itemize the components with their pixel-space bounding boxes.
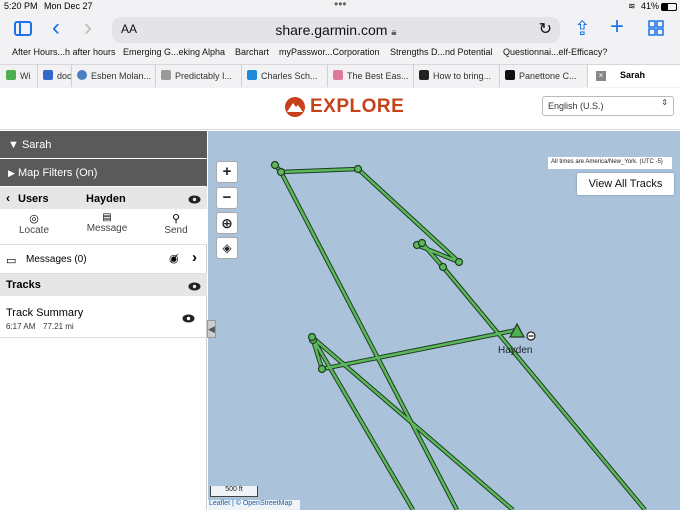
lock-icon: 🔒︎ [391, 27, 397, 38]
tab-overview-icon[interactable] [648, 20, 664, 36]
track-point [438, 262, 448, 272]
back-chevron-icon[interactable]: ‹ [6, 191, 10, 205]
tab-favicon-icon [6, 70, 16, 80]
collapse-sidebar-handle[interactable]: ◀ [207, 320, 216, 338]
sidebar-toggle-icon[interactable] [14, 21, 32, 36]
select-arrows-icon: ⇕ [661, 98, 668, 107]
selected-user-name: Hayden [86, 193, 126, 205]
eye-slash-icon[interactable]: ◉̸ [169, 252, 179, 265]
tab-favicon-icon [505, 70, 515, 80]
url-text: share.garmin.com 🔒︎ [275, 22, 397, 38]
message-button[interactable]: ▤ Message [77, 212, 137, 234]
browser-tab-active[interactable]: × Sarah [588, 65, 680, 87]
track-point [454, 257, 464, 267]
mountain-logo-icon [285, 97, 305, 117]
chevron-right-icon[interactable]: › [192, 249, 197, 266]
tab-favicon-icon [77, 70, 87, 80]
send-button[interactable]: ⚲ Send [146, 212, 206, 236]
users-back-link[interactable]: Users [18, 193, 49, 205]
zoom-in-button[interactable]: + [216, 161, 238, 183]
eye-icon[interactable] [188, 195, 201, 204]
track-point [270, 160, 280, 170]
inbox-icon: ▭ [6, 255, 17, 267]
wifi-icon: ≋ [628, 1, 636, 11]
browser-tab[interactable]: doc [38, 65, 72, 87]
back-icon[interactable]: ‹ [52, 14, 60, 42]
track-point [307, 332, 317, 342]
layers-icon[interactable]: ◈ [216, 237, 238, 259]
brand-name: EXPLORE [310, 96, 405, 117]
browser-tab[interactable]: The Best Eas... [328, 65, 414, 87]
marker-label: Hayden [498, 345, 533, 356]
eye-icon[interactable] [188, 282, 201, 291]
browser-tab[interactable]: Esben Molan... [72, 65, 156, 87]
browser-tab[interactable]: Predictably I... [156, 65, 242, 87]
track-point [417, 238, 427, 248]
expand-triangle-icon: ▶ [8, 168, 15, 178]
track-summary-row[interactable]: Track Summary 6:17 AM 77.21 mi [0, 296, 207, 338]
track-time: 6:17 AM [6, 322, 36, 331]
messages-row[interactable]: ▭ Messages (0) ◉̸ › [0, 246, 207, 274]
zoom-out-button[interactable]: − [216, 187, 238, 209]
map-scale: 500 ft [210, 486, 258, 497]
battery-icon [661, 3, 677, 11]
track-name: Track Summary [6, 307, 84, 319]
tab-favicon-icon [161, 70, 171, 80]
timezone-note: All times are America/New_York. (UTC -5) [548, 157, 672, 169]
forward-icon[interactable]: › [84, 14, 92, 42]
tab-favicon-icon [247, 70, 257, 80]
browser-tab[interactable]: Wi [0, 65, 38, 87]
collapse-triangle-icon: ▼ [8, 139, 19, 151]
bookmark-item[interactable]: After Hours...h after hours [12, 47, 116, 57]
user-header-title: Sarah [21, 139, 52, 151]
message-icon: ▤ [102, 212, 112, 223]
pin-icon: ⚲ [171, 213, 181, 225]
track-point [276, 167, 286, 177]
language-value: English (U.S.) [548, 101, 604, 111]
browser-tab[interactable]: Panettone C... [500, 65, 588, 87]
bookmark-item[interactable]: Emerging G...eking Alpha [123, 47, 225, 57]
browser-tab[interactable]: How to bring... [414, 65, 500, 87]
tracks-title: Tracks [6, 279, 41, 291]
view-all-tracks-button[interactable]: View All Tracks [577, 173, 674, 195]
messages-label: Messages (0) [26, 254, 87, 265]
language-select[interactable]: English (U.S.) ⇕ [542, 96, 674, 116]
bookmarks-bar: After Hours...h after hours Emerging G..… [0, 47, 680, 61]
new-tab-icon[interactable]: + [610, 13, 624, 41]
share-icon[interactable]: ⇪ [574, 16, 591, 41]
user-actions: ◎ Locate ▤ Message ⚲ Send [0, 209, 207, 245]
browser-tab[interactable]: Charles Sch... [242, 65, 328, 87]
track-point [317, 364, 327, 374]
sidebar: ▼ Sarah ▶ Map Filters (On) ‹ Users Hayde… [0, 131, 207, 510]
locate-icon: ◎ [29, 213, 39, 225]
track-point [353, 164, 363, 174]
tracks-bar: Tracks [0, 274, 207, 296]
browser-chrome: 5:20 PM Mon Dec 27 ••• ≋ 41% ‹ › AA shar… [0, 0, 680, 88]
bookmark-item[interactable]: Strengths D...nd Potential [390, 47, 493, 57]
tab-bar: Wi doc Esben Molan... Predictably I... C… [0, 64, 680, 87]
locate-button[interactable]: ◎ Locate [4, 212, 64, 236]
map-attribution[interactable]: Leaflet | © OpenStreetMap [208, 500, 300, 510]
reload-icon[interactable]: ↻ [539, 19, 552, 39]
tab-favicon-icon [333, 70, 343, 80]
bookmark-item[interactable]: myPasswor...Corporation [279, 47, 380, 57]
status-date: Mon Dec 27 [44, 1, 93, 11]
status-time: 5:20 PM [4, 1, 38, 11]
close-tab-icon: × [596, 71, 606, 81]
tab-favicon-icon [43, 70, 53, 80]
bookmark-item[interactable]: Barchart [235, 47, 269, 57]
users-bar: ‹ Users Hayden [0, 187, 207, 209]
locate-me-icon[interactable]: ⊕ [216, 212, 238, 234]
map-filters-toggle[interactable]: ▶ Map Filters (On) [0, 159, 207, 186]
user-header[interactable]: ▼ Sarah [0, 131, 207, 158]
address-bar[interactable]: AA share.garmin.com 🔒︎ ↻ [112, 17, 560, 43]
tab-favicon-icon [419, 70, 429, 80]
eye-icon[interactable] [182, 314, 195, 323]
map-filters-label: Map Filters (On) [17, 167, 98, 179]
track-distance: 77.21 mi [43, 322, 74, 331]
battery-percent: 41% [641, 1, 660, 11]
more-dots-icon[interactable]: ••• [334, 0, 347, 11]
bookmark-item[interactable]: Questionnai...elf-Efficacy? [503, 47, 607, 57]
